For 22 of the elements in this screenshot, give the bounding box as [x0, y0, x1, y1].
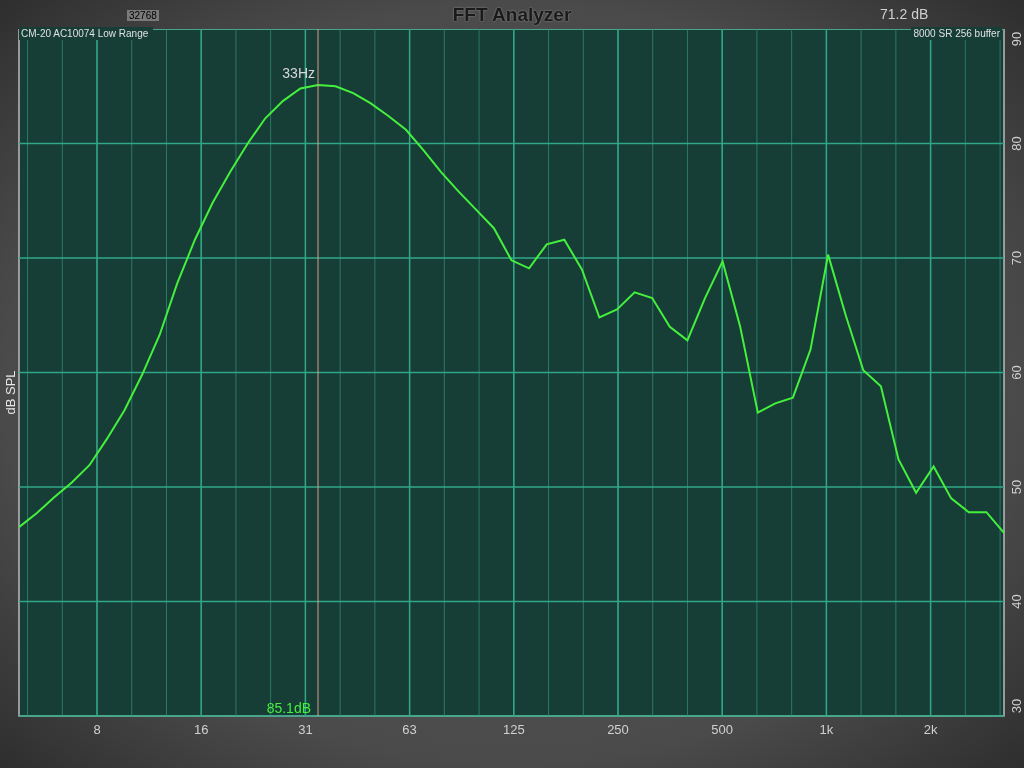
level-reading: 71.2 dB: [880, 6, 929, 22]
settings-label: 8000 SR 256 buffer: [911, 27, 1002, 40]
y-axis-title: dB SPL: [3, 370, 18, 415]
axis-label: 90: [1009, 31, 1024, 47]
axis-label: 250: [607, 722, 629, 737]
axis-label: 70: [1009, 250, 1024, 266]
axis-label: 50: [1009, 479, 1024, 495]
axis-label: 30: [1009, 698, 1024, 714]
axis-label: 125: [502, 722, 525, 737]
axis-label: 80: [1009, 136, 1024, 151]
axis-label: 2k: [923, 722, 938, 737]
axis-label: 31: [298, 722, 313, 737]
axis-label: 500: [711, 722, 734, 737]
device-label: CM-20 AC10074 Low Range: [19, 27, 153, 40]
axis-label: 1k: [819, 722, 834, 737]
axis-label: 40: [1009, 594, 1024, 609]
axis-label: 60: [1009, 365, 1024, 380]
cursor-frequency: 33Hz: [282, 65, 315, 81]
counter-text: 32768: [127, 10, 159, 21]
axis-label: 63: [402, 722, 417, 737]
axis-label: 16: [193, 722, 209, 737]
axis-label: 8: [93, 722, 101, 737]
